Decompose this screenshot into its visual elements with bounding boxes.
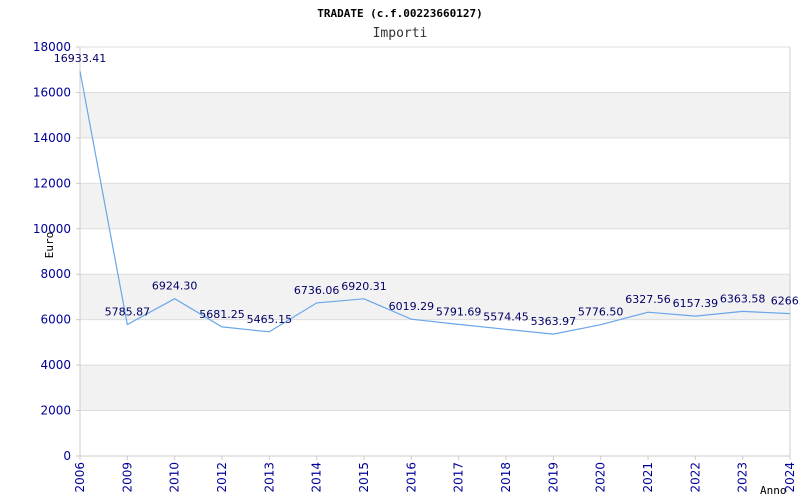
x-tick-label: 2015 [357,462,371,493]
data-label: 5574.45 [483,310,529,323]
y-tick-label: 14000 [33,131,71,145]
data-label: 5681.25 [199,308,245,321]
data-label: 6924.30 [152,280,198,293]
x-tick-label: 2018 [499,462,513,493]
x-tick-label: 2012 [215,462,229,493]
x-tick-label: 2006 [73,462,87,493]
x-tick-label: 2013 [262,462,276,493]
x-tick-label: 2022 [688,462,702,493]
chart-subtitle: Importi [373,26,428,41]
x-tick-label: 2020 [594,462,608,493]
x-tick-label: 2016 [404,462,418,493]
y-axis-label: Euro [43,232,56,259]
x-axis-label: Anno [760,484,787,497]
y-tick-label: 0 [63,449,71,463]
data-label: 6157.39 [673,297,719,310]
data-label: 6019.29 [389,300,435,313]
y-tick-label: 16000 [33,85,71,99]
y-tick-label: 2000 [40,404,71,418]
chart-container: 0 2000 4000 6000 8000 10000 12000 14000 16000 180… [0,0,800,500]
x-tick-label: 2019 [546,462,560,493]
y-tick-label: 8000 [40,267,71,281]
data-label: 6266.8 [771,295,800,308]
data-label: 6736.06 [294,284,340,297]
data-label: 5465.15 [247,313,293,326]
x-tick-label: 2023 [736,462,750,493]
data-label: 6920.31 [341,280,387,293]
grid-bands [80,92,790,411]
y-tick-label: 12000 [33,176,71,190]
data-label: 6363.58 [720,292,766,305]
y-tick-label: 4000 [40,358,71,372]
chart-title: TRADATE (c.f.00223660127) [317,7,483,20]
x-tick-label: 2021 [641,462,655,493]
grid-band [80,92,790,138]
data-label: 5363.97 [531,315,577,328]
data-label: 16933.41 [54,52,107,65]
x-tick-label: 2010 [168,462,182,493]
y-tick-label: 6000 [40,313,71,327]
x-tick-labels: 2006 2009 2010 2012 2013 2014 2015 2016 2017 2018… [73,462,797,493]
grid-band [80,183,790,229]
data-label: 5776.50 [578,306,624,319]
grid-band [80,365,790,411]
x-tick-label: 2014 [310,462,324,493]
x-tick-label: 2017 [452,462,466,493]
data-label: 5791.69 [436,305,482,318]
line-chart: 0200040006000800010000120001400016000180… [33,7,800,497]
data-label: 5785.87 [105,306,151,319]
x-tick-label: 2009 [120,462,134,493]
data-label: 6327.56 [625,293,671,306]
